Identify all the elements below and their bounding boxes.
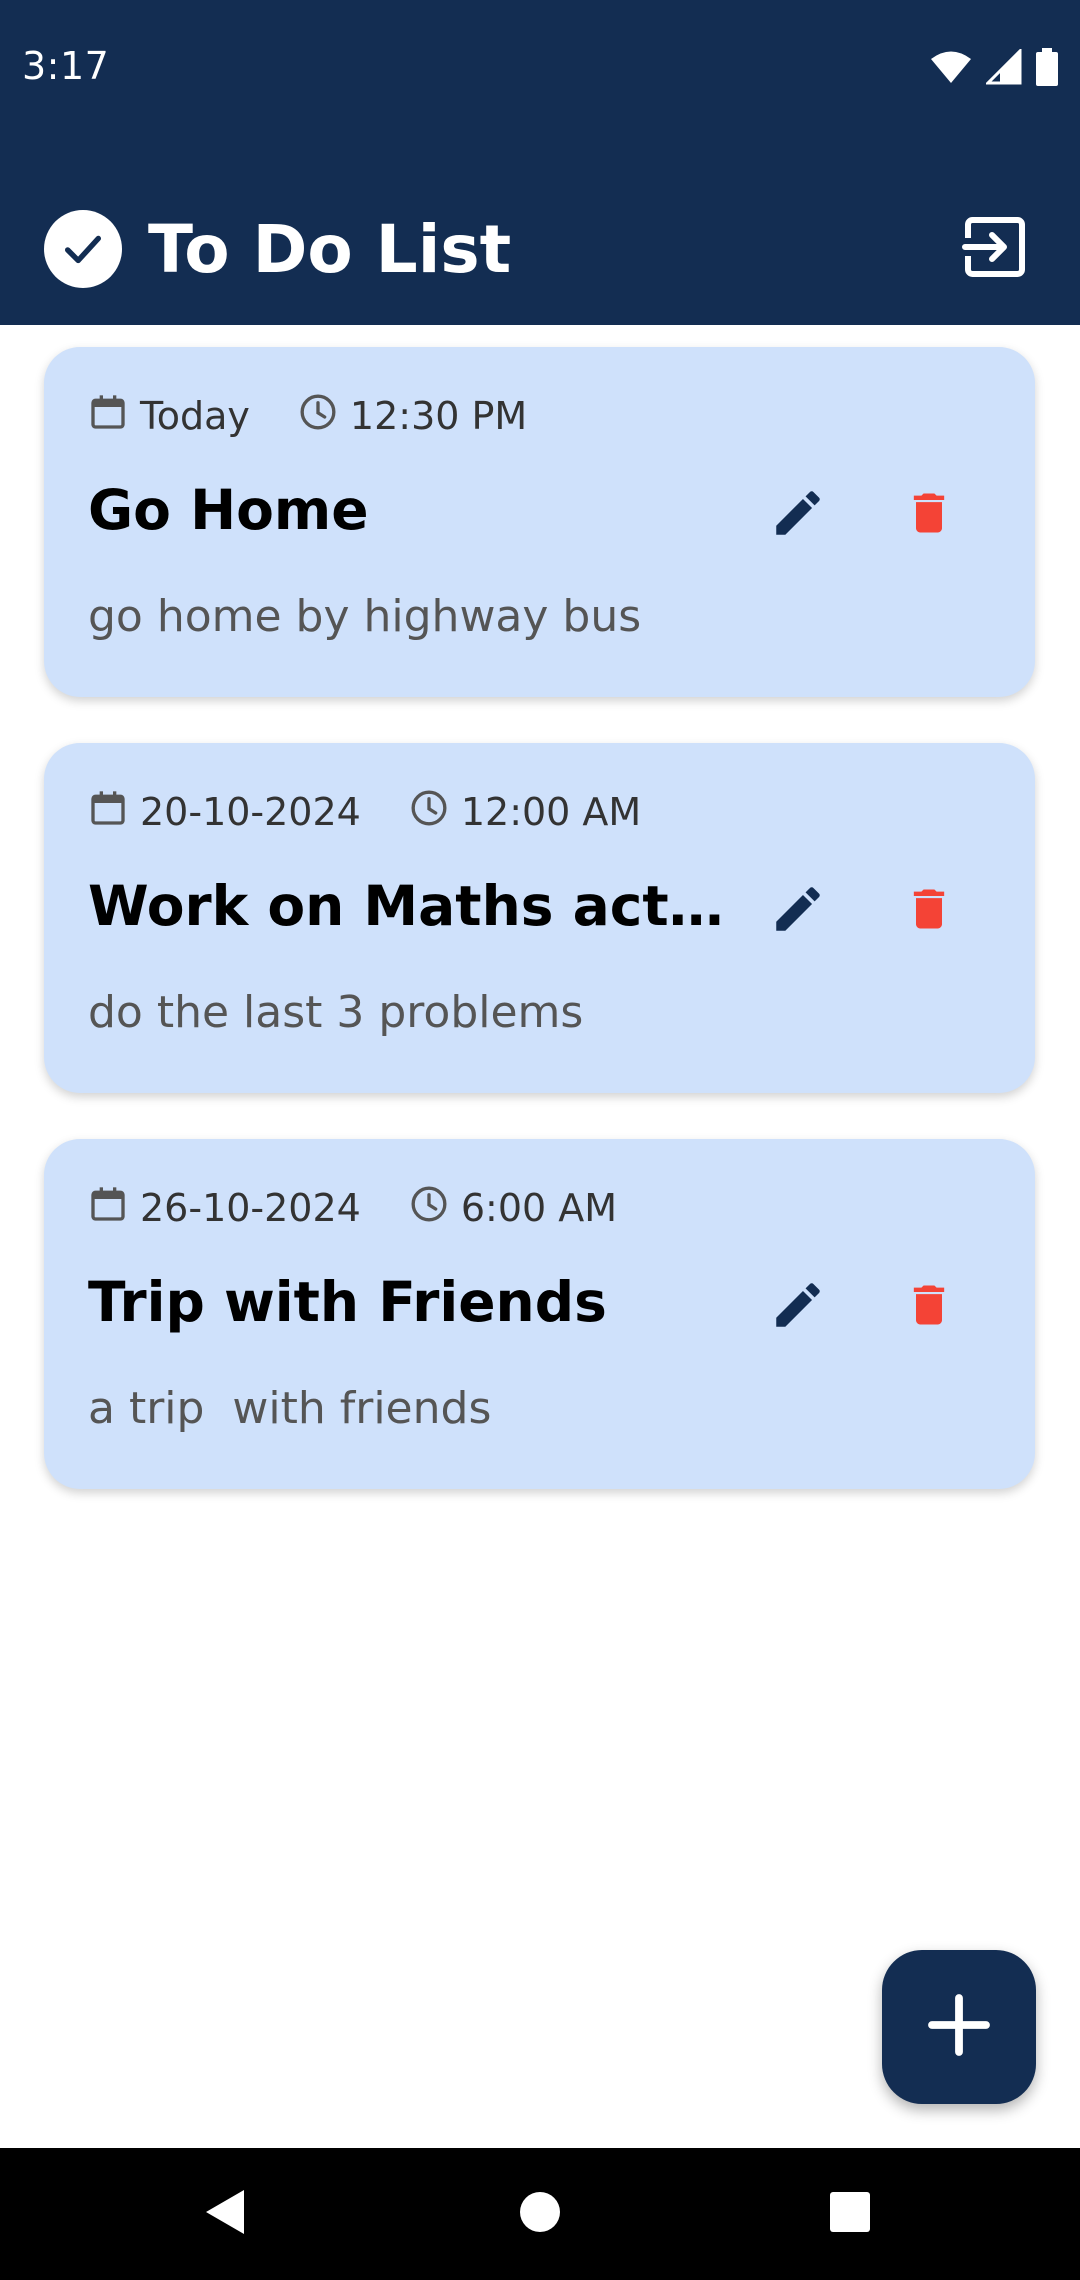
check-circle-icon <box>44 210 122 288</box>
plus-icon <box>923 1989 995 2065</box>
task-date: 26-10-2024 <box>88 1183 361 1234</box>
edit-button[interactable] <box>758 1267 838 1347</box>
signal-icon <box>984 47 1022 89</box>
trash-icon <box>903 484 955 546</box>
add-task-button[interactable] <box>882 1950 1036 2104</box>
clock-icon <box>409 1184 449 1233</box>
task-date-text: Today <box>140 394 250 438</box>
task-card[interactable]: 26-10-2024 6:00 AM Trip with Friends a t… <box>44 1139 1035 1489</box>
task-date-text: 20-10-2024 <box>140 790 361 834</box>
clock-icon <box>298 392 338 441</box>
task-description: a trip with friends <box>88 1383 492 1434</box>
task-time: 12:00 AM <box>409 788 641 837</box>
pencil-icon <box>769 484 827 546</box>
calendar-icon <box>88 1183 128 1234</box>
battery-icon <box>1036 48 1058 90</box>
clock-icon <box>409 788 449 837</box>
app-header: 3:17 To Do List <box>0 0 1080 325</box>
trash-icon <box>903 1276 955 1338</box>
task-meta: 26-10-2024 6:00 AM <box>88 1183 617 1233</box>
task-time: 12:30 PM <box>298 392 527 441</box>
app-title: To Do List <box>148 211 512 288</box>
pencil-icon <box>769 880 827 942</box>
task-time-text: 12:00 AM <box>460 790 642 834</box>
edit-button[interactable] <box>758 475 838 555</box>
task-time-text: 12:30 PM <box>349 394 528 438</box>
task-title: Go Home <box>88 478 369 542</box>
calendar-icon <box>88 787 128 838</box>
delete-button[interactable] <box>889 475 969 555</box>
home-button[interactable] <box>480 2148 600 2280</box>
task-title: Work on Maths activ... <box>88 874 738 938</box>
logout-icon <box>959 211 1031 287</box>
task-meta: 20-10-2024 12:00 AM <box>88 787 641 837</box>
task-description: go home by highway bus <box>88 591 642 642</box>
back-button[interactable] <box>165 2148 285 2280</box>
wifi-icon <box>930 50 972 88</box>
pencil-icon <box>769 1276 827 1338</box>
delete-button[interactable] <box>889 1267 969 1347</box>
app-screen: 3:17 To Do List Today 12:30 PM Go Home g… <box>0 0 1080 2280</box>
calendar-icon <box>88 391 128 442</box>
task-title: Trip with Friends <box>88 1270 607 1334</box>
task-date: 20-10-2024 <box>88 787 361 838</box>
task-time: 6:00 AM <box>409 1184 617 1233</box>
recents-button[interactable] <box>790 2148 910 2280</box>
status-time: 3:17 <box>22 44 110 88</box>
delete-button[interactable] <box>889 871 969 951</box>
task-card[interactable]: Today 12:30 PM Go Home go home by highwa… <box>44 347 1035 697</box>
edit-button[interactable] <box>758 871 838 951</box>
task-meta: Today 12:30 PM <box>88 391 527 441</box>
logout-button[interactable] <box>948 206 1042 292</box>
task-description: do the last 3 problems <box>88 987 584 1038</box>
task-date: Today <box>88 391 250 442</box>
system-nav-bar <box>0 2148 1080 2280</box>
task-date-text: 26-10-2024 <box>140 1186 361 1230</box>
status-icons <box>930 47 1058 90</box>
recents-icon <box>829 2191 871 2237</box>
home-icon <box>518 2190 562 2238</box>
task-time-text: 6:00 AM <box>460 1186 618 1230</box>
trash-icon <box>903 880 955 942</box>
back-icon <box>202 2187 248 2241</box>
task-card[interactable]: 20-10-2024 12:00 AM Work on Maths activ.… <box>44 743 1035 1093</box>
